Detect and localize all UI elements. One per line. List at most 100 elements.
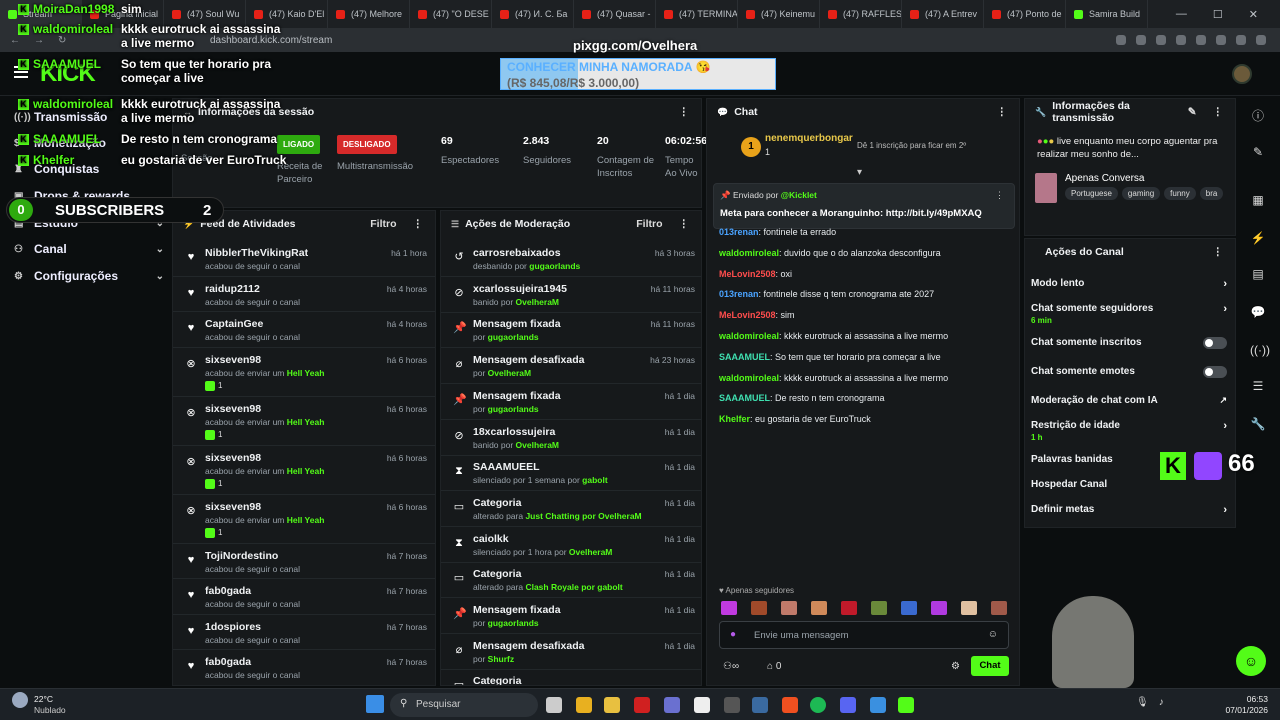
chat-username[interactable]: 013renan (719, 227, 759, 237)
tag-chip[interactable]: Portuguese (1065, 187, 1118, 200)
moderation-item[interactable]: ▭ Categoria alterado para Clash Royale por… (441, 562, 701, 599)
browser-tab[interactable]: (47) "O DESE (410, 0, 492, 28)
moderation-item[interactable]: ⌀ Mensagem desafixada por Shurfz há 1 dia (441, 634, 701, 670)
chat-message[interactable]: 013renan: fontinele disse q tem cronogra… (719, 289, 934, 299)
moderation-item[interactable]: ⌀ Mensagem desafixada por OvelheraM há 23 h… (441, 348, 701, 385)
channel-action-item[interactable]: Moderação de chat com IA ↗ (1031, 395, 1227, 406)
moderation-item[interactable]: 📌 Mensagem fixada por gugaorlands há 1 dia (441, 384, 701, 420)
chat-icon[interactable]: 💬 (1250, 304, 1266, 320)
extension-icon[interactable] (1156, 35, 1166, 45)
emoji-icon[interactable]: ☺ (988, 629, 998, 640)
activity-item[interactable]: ⊗ sixseven98 acabou de enviar um Hell Yeah… (173, 495, 435, 544)
more-icon[interactable]: ⋮ (413, 218, 424, 230)
channel-action-item[interactable]: Restrição de idade 1 h › (1031, 420, 1227, 442)
activity-item[interactable]: ⊗ sixseven98 acabou de enviar um Hell Yeah… (173, 446, 435, 495)
volume-icon[interactable]: ♪ (1159, 697, 1164, 708)
chat-username[interactable]: MeLovin2508 (719, 310, 776, 320)
maximize-icon[interactable]: ☐ (1213, 8, 1223, 21)
opera-icon[interactable] (634, 697, 650, 713)
browser-tab[interactable]: (47) TERMINA (656, 0, 738, 28)
emote-icon[interactable] (781, 601, 797, 615)
kick-icon[interactable] (898, 697, 914, 713)
emote-icon[interactable] (811, 601, 827, 615)
chat-username[interactable]: waldomiroleal (719, 248, 779, 258)
toggle-switch[interactable] (1203, 337, 1227, 349)
channel-action-item[interactable]: Chat somente inscritos (1031, 337, 1227, 349)
chrome-icon[interactable] (576, 697, 592, 713)
close-icon[interactable]: ✕ (1249, 8, 1258, 21)
chat-username[interactable]: MeLovin2508 (719, 269, 776, 279)
steam-icon[interactable] (752, 697, 768, 713)
extension-icon[interactable] (1236, 35, 1246, 45)
moderation-item[interactable]: ▭ Categoria alterado para Just Chatting po… (441, 491, 701, 527)
moderation-item[interactable]: ⊘ xcarlossujeira1945 banido por OvelheraM h… (441, 277, 701, 313)
chat-message[interactable]: SAAAMUEL: So tem que ter horario pra com… (719, 352, 941, 362)
activity-item[interactable]: ♥ TojiNordestino acabou de seguir o canal h… (173, 544, 435, 579)
edit-icon[interactable]: ✎ (1250, 144, 1266, 160)
wrench-icon[interactable]: 🔧 (1250, 416, 1266, 432)
moderation-item[interactable]: ⧗ SAAAMUEEL silenciado por 1 semana por ga… (441, 455, 701, 492)
chat-message[interactable]: Khelfer: eu gostaria de ver EuroTruck (719, 414, 871, 424)
chat-username[interactable]: Khelfer (719, 414, 750, 424)
app-icon[interactable] (664, 697, 680, 713)
moderation-item[interactable]: ⊘ 18xcarlossujeira banido por OvelheraM há … (441, 420, 701, 456)
settings-icon[interactable]: ⚙ (951, 661, 960, 672)
list-icon[interactable]: ☰ (1250, 378, 1266, 394)
chat-message[interactable]: MeLovin2508: oxi (719, 269, 792, 279)
chat-username[interactable]: SAAAMUEL (719, 352, 770, 362)
emote-icon[interactable] (871, 601, 887, 615)
emote-icon[interactable] (961, 601, 977, 615)
more-icon[interactable]: ⋮ (679, 218, 690, 230)
emote-icon[interactable] (931, 601, 947, 615)
activity-item[interactable]: ♥ CaptainGee acabou de seguir o canal há 4 … (173, 312, 435, 348)
start-icon[interactable] (366, 695, 384, 713)
extension-icon[interactable] (1256, 35, 1266, 45)
discord-icon[interactable] (840, 697, 856, 713)
tag-chip[interactable]: funny (1164, 187, 1196, 200)
emote-icon[interactable] (991, 601, 1007, 615)
bolt-icon[interactable]: ⚡ (1250, 230, 1266, 246)
channel-action-item[interactable]: Chat somente emotes (1031, 366, 1227, 378)
toggle-switch[interactable] (1203, 366, 1227, 378)
sidebar-item-canal[interactable]: ⚇ Canal ⌄ (14, 242, 164, 256)
emote-icon[interactable] (841, 601, 857, 615)
emote-icon[interactable] (751, 601, 767, 615)
category-name[interactable]: Apenas Conversa (1065, 173, 1145, 184)
sidebar-item-configuracoes[interactable]: ⚙ Configurações ⌄ (14, 269, 164, 283)
tag-chip[interactable]: gaming (1121, 187, 1161, 200)
activity-item[interactable]: ⊗ sixseven98 acabou de enviar um Hell Yeah… (173, 397, 435, 446)
more-icon[interactable]: ⋮ (679, 106, 690, 118)
minimize-icon[interactable]: — (1176, 8, 1187, 21)
activity-item[interactable]: ♥ fab0gada acabou de seguir o canal há 7 ho… (173, 650, 435, 685)
chat-username[interactable]: waldomiroleal (719, 331, 779, 341)
browser-tab[interactable]: (47) И. С. Ба (492, 0, 574, 28)
browser-tab[interactable]: (47) Ponto de (984, 0, 1066, 28)
edit-icon[interactable]: ✎ (1188, 106, 1197, 118)
chat-username[interactable]: SAAAMUEL (719, 393, 770, 403)
mic-icon[interactable]: ● (730, 629, 736, 640)
category-thumbnail[interactable] (1035, 173, 1057, 203)
pinned-message[interactable]: 📌 Enviado por @Kicklet Meta para conhece… (713, 183, 1015, 229)
activity-item[interactable]: ♥ 1dospiores acabou de seguir o canal há 7 … (173, 615, 435, 650)
activity-item[interactable]: ♥ raidup2112 acabou de seguir o canal há 4 … (173, 277, 435, 312)
emote-icon[interactable] (721, 601, 737, 615)
broadcast-icon[interactable]: ((·)) (1250, 342, 1270, 358)
folder-icon[interactable] (604, 697, 620, 713)
emote-icon[interactable] (901, 601, 917, 615)
notepad-icon[interactable] (870, 697, 886, 713)
moderation-item[interactable]: ⧗ caiolkk silenciado por 1 hora por Ovelhe… (441, 527, 701, 563)
filter-button[interactable]: Filtro (370, 218, 396, 230)
moderation-item[interactable]: 📌 Mensagem fixada por gugaorlands há 1 dia (441, 598, 701, 634)
chat-message[interactable]: waldomiroleal: duvido que o do alanzoka … (719, 248, 941, 258)
channel-action-item[interactable]: Chat somente seguidores 6 min › (1031, 303, 1227, 325)
more-icon[interactable]: ⋮ (1213, 106, 1224, 118)
browser-tab[interactable]: (47) RAFFLES (820, 0, 902, 28)
spotify-icon[interactable] (810, 697, 826, 713)
send-chat-button[interactable]: Chat (971, 656, 1009, 676)
moderation-item[interactable]: ↺ carrosrebaixados desbanido por gugaorlan… (441, 241, 701, 277)
activity-item[interactable]: ⊗ sixseven98 acabou de enviar um Hell Yeah… (173, 348, 435, 397)
document-icon[interactable]: ▤ (1250, 266, 1266, 282)
activity-item[interactable]: ♥ NibblerTheVikingRat acabou de seguir o c… (173, 241, 435, 277)
browser-tab[interactable]: (47) Melhore (328, 0, 410, 28)
taskbar-search[interactable]: ⚲ Pesquisar (390, 693, 538, 717)
